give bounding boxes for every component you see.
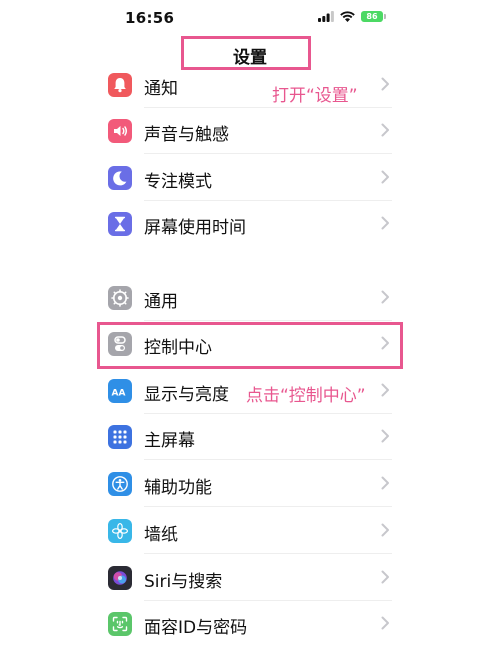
cellular-signal-icon — [318, 11, 334, 22]
annotation-tap-control-center: 点击“控制中心” — [246, 386, 366, 406]
chevron-right-icon — [381, 429, 389, 443]
text-size-icon: AA — [108, 379, 132, 403]
settings-item-label: 屏幕使用时间 — [144, 218, 246, 238]
settings-item-face-id-passcode[interactable]: 面容ID与密码 — [0, 601, 500, 647]
row-divider — [144, 153, 392, 154]
chevron-right-icon — [381, 476, 389, 490]
home-grid-icon — [108, 425, 132, 449]
chevron-right-icon — [381, 77, 389, 91]
moon-icon — [108, 166, 132, 190]
settings-item-label: Siri与搜索 — [144, 572, 223, 592]
toggles-icon — [108, 332, 132, 356]
svg-text:AA: AA — [112, 389, 126, 399]
row-divider — [144, 553, 392, 554]
accessibility-icon — [108, 472, 132, 496]
settings-item-label: 声音与触感 — [144, 125, 229, 145]
chevron-right-icon — [381, 383, 389, 397]
battery-icon: 86 — [361, 11, 386, 22]
settings-item-control-center[interactable]: 控制中心 — [0, 321, 500, 367]
settings-item-label: 控制中心 — [144, 338, 212, 358]
chevron-right-icon — [381, 290, 389, 304]
settings-item-accessibility[interactable]: 辅助功能 — [0, 461, 500, 507]
gear-icon — [108, 286, 132, 310]
settings-item-label: 主屏幕 — [144, 431, 195, 451]
status-time: 16:56 — [125, 9, 175, 27]
chevron-right-icon — [381, 216, 389, 230]
settings-item-label: 专注模式 — [144, 172, 212, 192]
settings-item-home-screen[interactable]: 主屏幕 — [0, 414, 500, 460]
settings-item-wallpaper[interactable]: 墙纸 — [0, 508, 500, 554]
chevron-right-icon — [381, 123, 389, 137]
bell-icon — [108, 73, 132, 97]
settings-item-focus[interactable]: 专注模式 — [0, 155, 500, 201]
settings-item-sounds-haptics[interactable]: 声音与触感 — [0, 108, 500, 154]
settings-item-label: 通知 — [144, 79, 178, 99]
settings-item-label: 显示与亮度 — [144, 385, 229, 405]
settings-item-label: 面容ID与密码 — [144, 618, 248, 638]
row-divider — [144, 506, 392, 507]
chevron-right-icon — [381, 570, 389, 584]
chevron-right-icon — [381, 170, 389, 184]
status-indicators: 86 — [318, 11, 386, 22]
settings-item-label: 墙纸 — [144, 525, 178, 545]
settings-item-siri-search[interactable]: Siri与搜索 — [0, 555, 500, 601]
chevron-right-icon — [381, 336, 389, 350]
chevron-right-icon — [381, 523, 389, 537]
settings-item-general[interactable]: 通用 — [0, 275, 500, 321]
settings-item-label: 通用 — [144, 292, 178, 312]
siri-icon — [108, 566, 132, 590]
settings-item-notifications[interactable]: 通知 — [0, 62, 500, 108]
face-id-icon — [108, 612, 132, 636]
settings-item-screen-time[interactable]: 屏幕使用时间 — [0, 201, 500, 247]
flower-icon — [108, 519, 132, 543]
hourglass-icon — [108, 212, 132, 236]
settings-item-label: 辅助功能 — [144, 478, 212, 498]
row-divider — [144, 459, 392, 460]
chevron-right-icon — [381, 616, 389, 630]
status-bar: 16:56 86 — [0, 0, 500, 36]
speaker-icon — [108, 119, 132, 143]
wifi-icon — [340, 11, 355, 22]
